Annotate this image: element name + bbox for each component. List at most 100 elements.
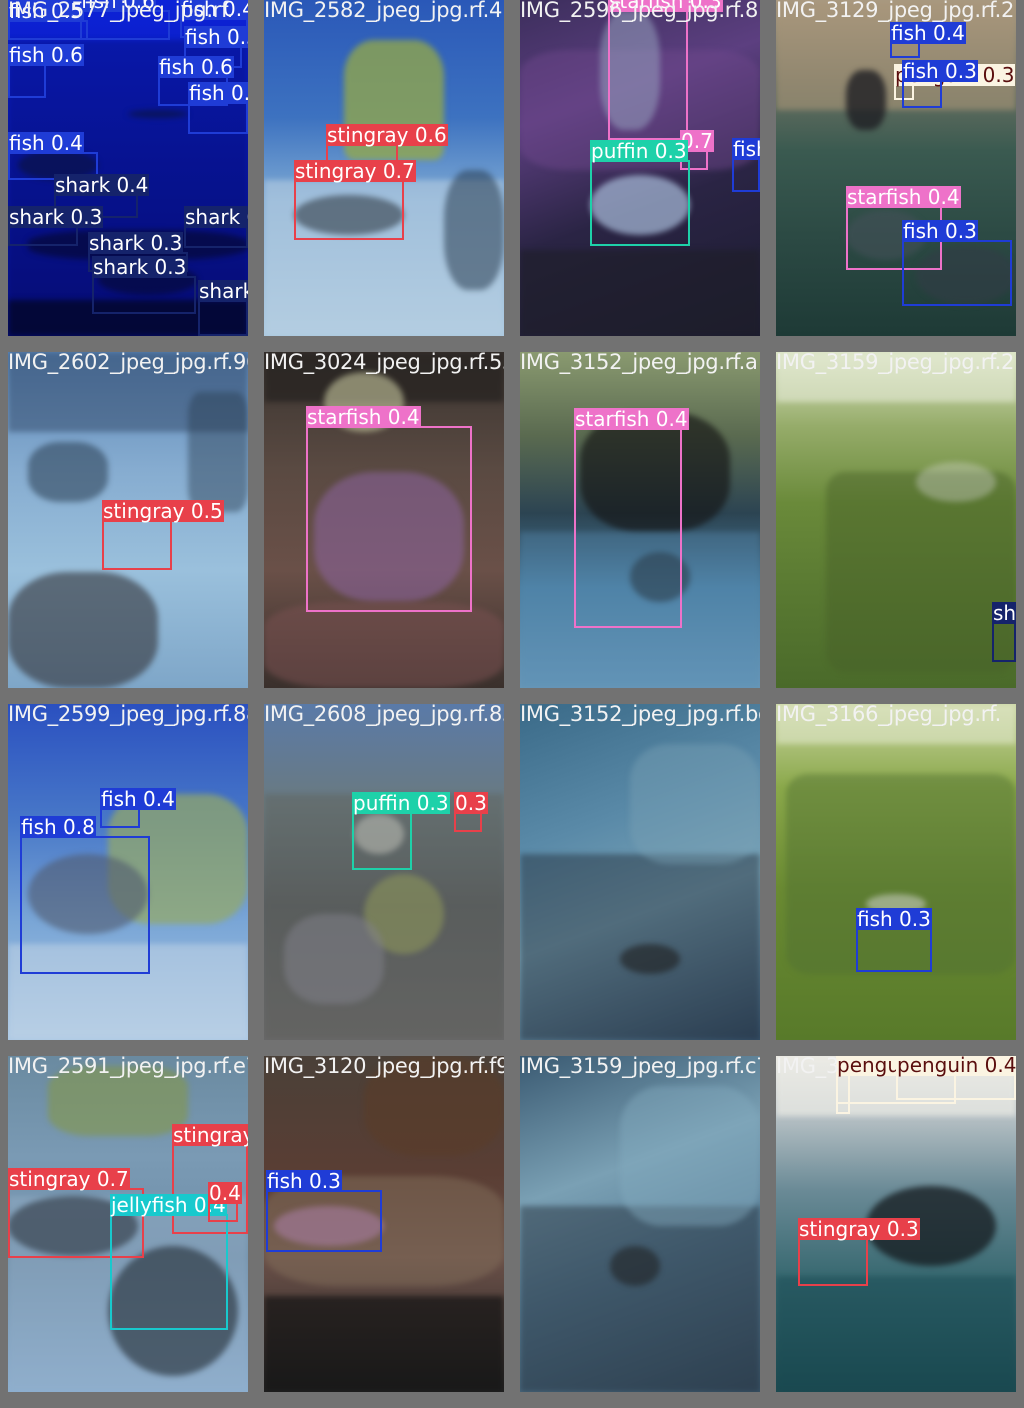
detection-box-fish: fish 0.4 xyxy=(890,22,966,58)
scene-shape xyxy=(444,170,504,290)
detection-label: stingray 0.7 xyxy=(294,159,416,183)
detection-box-fish: fish 0.6 xyxy=(8,44,84,98)
image-cell: starfish 0.4 IMG_3024_jpeg_jpg.rf.53 xyxy=(264,352,504,688)
scene-shape xyxy=(28,442,108,502)
detection-box-shark: shark 0.3 xyxy=(92,256,196,314)
image-filename: IMG_3159_jpeg_jpg.rf.2 xyxy=(776,352,1015,374)
detection-box-fish: fish 0.8 xyxy=(20,816,150,974)
scene-shape xyxy=(264,1296,504,1392)
detection-box-starfish: starfish 0.4 xyxy=(306,406,472,612)
image-cell: IMG_3152_jpeg_jpg.rf.bd xyxy=(520,704,760,1040)
detection-label: fish 0.8 xyxy=(20,815,96,839)
detection-box-stingray: 0.3 xyxy=(454,792,488,832)
scene-shape xyxy=(620,1086,760,1226)
detection-label: 0.3 xyxy=(454,791,488,815)
image-filename: IMG_3120_jpeg_jpg.rf.f9 xyxy=(264,1056,504,1078)
image-filename: IMG_3 xyxy=(776,1056,839,1078)
scene-shape xyxy=(284,914,384,1004)
detection-label: puffin 0.3 xyxy=(352,791,450,815)
aquarium-photo xyxy=(520,704,760,1040)
detection-box-fish: fish 0.3 xyxy=(856,908,932,972)
image-cell: shark 0.3 IMG_3159_jpeg_jpg.rf.2 xyxy=(776,352,1016,688)
detection-label: shark 0.3 xyxy=(92,255,188,279)
detection-label: fish 0.4 xyxy=(890,21,966,45)
scene-shape xyxy=(520,250,760,336)
detection-label: shark 0.3 xyxy=(992,602,1016,624)
detection-label: starfish 0.4 xyxy=(574,407,689,431)
detection-label: starfish 0.4 xyxy=(306,405,421,429)
scene-shape xyxy=(8,572,158,688)
detection-box-fish: fish 0.5 xyxy=(8,0,88,40)
scene-shape xyxy=(620,944,680,974)
image-filename: IMG_3159_jpeg_jpg.rf.c7 xyxy=(520,1056,760,1078)
detection-label: stingray 0.7 xyxy=(8,1167,130,1191)
detection-label: shark 0.3 xyxy=(8,205,104,229)
image-cell: stingray 0.6 stingray 0.7 IMG_2582_jpeg_jp… xyxy=(264,0,504,336)
detection-box-shark: shark 0.3 xyxy=(8,206,104,246)
image-filename: IMG_2599_jpeg_jpg.rf.88 xyxy=(8,704,248,726)
scene-shape xyxy=(610,1246,660,1286)
image-filename: IMG_3152_jpeg_jpg.rf.a xyxy=(520,352,758,374)
image-cell: fish 0.4 fish 0.8 IMG_2599_jpeg_jpg.rf.88 xyxy=(8,704,248,1040)
scene-shape xyxy=(264,602,504,688)
detection-label: fish 0.6 xyxy=(188,82,248,104)
scene-shape xyxy=(630,744,760,864)
image-cell: IMG_3159_jpeg_jpg.rf.c7 xyxy=(520,1056,760,1392)
detection-label: fish 0.3 xyxy=(266,1169,342,1193)
aquarium-photo xyxy=(520,1056,760,1392)
image-cell: stingray 0.4 stingray 0.7 jellyfish 0.40.4… xyxy=(8,1056,248,1392)
scene-shape xyxy=(846,70,886,130)
detection-label: fish 0.3 xyxy=(856,907,932,931)
detection-label: fish 0.6 xyxy=(8,43,84,67)
detection-box-fish: fish 0.3 xyxy=(266,1170,382,1252)
image-cell: puffin 0.3 0.3 IMG_2608_jpeg_jpg.rf.83 xyxy=(264,704,504,1040)
detection-box-stingray: stingray 0.7 xyxy=(294,160,416,240)
detection-box-fish: fish 0.4 xyxy=(100,788,176,828)
image-cell: stingray 0.5 IMG_2602_jpeg_jpg.rf.96 xyxy=(8,352,248,688)
detection-label: fish 0.4 xyxy=(100,787,176,811)
image-filename: IMG_2582_jpeg_jpg.rf.4 xyxy=(264,0,503,22)
detection-box-shark: shark 0.3 xyxy=(992,602,1016,662)
image-cell: pepenguin 0.3penguin 0.4stingray 0.3IMG_… xyxy=(776,1056,1016,1392)
image-cell: fish 0.3 IMG_3120_jpeg_jpg.rf.f9 xyxy=(264,1056,504,1392)
detection-box-stingray: stingray 0.3 xyxy=(798,1218,920,1286)
image-filename: IMG_2591_jpeg_jpg.rf.e7 xyxy=(8,1056,248,1078)
scene-shape xyxy=(916,462,996,502)
image-filename: IMG_3129_jpeg_jpg.rf.2 xyxy=(776,0,1015,22)
image-cell: starfish 0.4 IMG_3152_jpeg_jpg.rf.a xyxy=(520,352,760,688)
prediction-grid: fish 0.5 fish 0.6 fish 0.4 fish 0.3 fish 0.6… xyxy=(0,0,1024,1408)
detection-box-stingray: stingray 0.5 xyxy=(102,500,224,570)
detection-box-fish: fish 0.3 xyxy=(902,60,978,108)
detection-label: fish 0.4 xyxy=(8,131,84,155)
detection-label: penguin 0.4 xyxy=(896,1056,1016,1077)
detection-label: fish 0.3 xyxy=(902,59,978,83)
detection-label: stingray 0.4 xyxy=(172,1124,248,1146)
image-cell: starfish 0.30.7puffin 0.3fish 0.3IMG_259… xyxy=(520,0,760,336)
detection-label: fish 0.3 xyxy=(184,26,248,48)
image-cell: fish 0.5 fish 0.6 fish 0.4 fish 0.3 fish 0.6… xyxy=(8,0,248,336)
detection-box-starfish: starfish 0.4 xyxy=(574,408,689,628)
detection-label: stingray 0.5 xyxy=(102,499,224,523)
detection-label: shark 0.4 xyxy=(198,280,248,302)
detection-label: fish 0.3 xyxy=(902,219,978,243)
detection-label: stingray 0.6 xyxy=(326,123,448,147)
aquarium-photo xyxy=(776,352,1016,688)
detection-box-puffin: puffin 0.3 xyxy=(352,792,450,870)
detection-label: fish 0.6 xyxy=(158,55,234,79)
aquarium-photo xyxy=(776,704,1016,1040)
detection-label: 0.4 xyxy=(208,1181,242,1205)
detection-label: starfish 0.4 xyxy=(846,185,961,209)
image-filename: IMG_2596_jpeg_jpg.rf.8 xyxy=(520,0,759,22)
detection-box-shark: shark 0.4 xyxy=(198,280,248,336)
detection-box-shark: shark 0.6 xyxy=(184,206,248,248)
image-filename: IMG_2602_jpeg_jpg.rf.96 xyxy=(8,352,248,374)
detection-box-fish: fish 0.6 xyxy=(188,82,248,134)
detection-box-penguin: penguin 0.4 xyxy=(896,1056,1016,1100)
detection-label: stingray 0.3 xyxy=(798,1217,920,1241)
detection-box-stingray: 0.4 xyxy=(208,1182,242,1222)
image-cell: fish 0.3 IMG_3166_jpeg_jpg.rf. xyxy=(776,704,1016,1040)
detection-box-starfish: starfish 0.3 xyxy=(608,0,723,140)
scene-shape xyxy=(776,1276,1016,1392)
image-filename: IMG_3024_jpeg_jpg.rf.53 xyxy=(264,352,504,374)
detection-label: shark 0.6 xyxy=(184,206,248,228)
